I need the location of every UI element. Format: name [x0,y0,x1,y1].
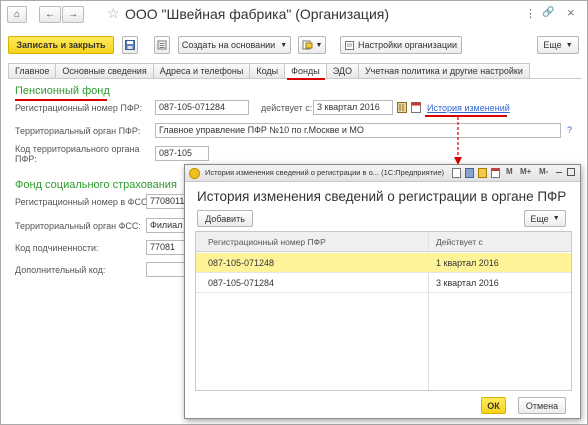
close-icon[interactable]: × [567,5,575,20]
dialog-heading: История изменения сведений о регистрации… [197,189,567,204]
save-close-button[interactable]: Записать и закрыть [8,36,114,54]
memory-icon[interactable]: M [506,167,513,176]
fss-reg-number-field[interactable]: 7708011 [146,194,186,209]
org-settings-label: Настройки организации [357,40,458,50]
link-icon[interactable]: 🔗 [542,7,554,18]
history-dialog: История изменения сведений о регистрации… [184,164,581,419]
ok-button[interactable]: ОК [481,397,506,414]
more-vertical-icon[interactable]: ⋮ [525,7,537,20]
app-logo-icon [189,168,200,179]
save-icon[interactable] [465,168,474,178]
fss-sub-label: Код подчиненности: [15,243,99,253]
annotation-underline-history [425,115,507,117]
dialog-more-button[interactable]: Еще ▼ [524,210,566,227]
pfr-code-field[interactable]: 087-105 [155,146,209,161]
tab-edo[interactable]: ЭДО [325,63,359,78]
row-since-cell: 1 квартал 2016 [436,258,499,268]
row-since-cell: 3 квартал 2016 [436,278,499,288]
row-reg-cell: 087-105-071284 [208,278,275,288]
pfr-since-field[interactable]: 3 квартал 2016 [313,100,393,115]
history-changes-link[interactable]: История изменений [427,103,510,113]
tab-accounting-policy[interactable]: Учетная политика и другие настройки [357,63,530,78]
pfr-code-label-1: Код территориального органа [15,144,140,154]
memory-minus-icon[interactable]: M- [539,167,548,176]
create-based-on-button[interactable]: Создать на основании ▼ [178,36,291,54]
create-based-on-label: Создать на основании [181,40,276,50]
column-header-since[interactable]: Действует с [436,237,483,247]
list-icon[interactable] [154,36,170,54]
organization-window: ⌂ ← → ☆ ООО "Швейная фабрика" (Организац… [0,0,588,425]
dialog-window-title: История изменения сведений о регистрации… [205,168,444,177]
annotation-underline-pfr [15,99,107,101]
pfr-code-label-2: ПФР: [15,154,37,164]
pfr-section-title: Пенсионный фонд [15,85,110,97]
tab-codes[interactable]: Коды [249,63,286,78]
pfr-reg-label: Регистрационный номер ПФР: [15,103,142,113]
tab-addresses[interactable]: Адреса и телефоны [152,63,251,78]
history-table: Регистрационный номер ПФР Действует с 08… [195,231,572,391]
table-header: Регистрационный номер ПФР Действует с [196,232,571,252]
chevron-down-icon: ▼ [552,215,560,222]
fss-extra-field[interactable] [146,262,186,277]
tab-funds[interactable]: Фонды [284,63,327,78]
annotation-arrow [454,117,462,165]
forward-icon[interactable]: → [62,6,84,23]
org-settings-button[interactable]: Настройки организации [340,36,462,54]
quarter-picker-icon[interactable] [397,101,407,113]
fss-sub-field[interactable]: 77081 [146,240,186,255]
calculator-icon[interactable] [478,168,487,178]
pfr-reg-number-field[interactable]: 087-105-071284 [155,100,249,115]
calendar-small-icon[interactable] [491,168,500,178]
calendar-icon[interactable] [411,101,421,113]
settings-doc-icon [344,40,354,50]
annotation-underline-tab [287,78,325,80]
chevron-down-icon: ▼ [280,41,288,49]
maximize-icon[interactable] [567,168,575,176]
fss-section-title: Фонд социального страхования [15,179,177,191]
chevron-down-icon: ▼ [315,41,323,49]
pfr-org-field[interactable]: Главное управление ПФР №10 по г.Москве и… [155,123,561,138]
pfr-since-label: действует с: [261,103,313,113]
table-row[interactable]: 087-105-071248 1 квартал 2016 [196,253,571,273]
minimize-icon[interactable] [556,172,562,173]
row-reg-cell: 087-105-071248 [208,258,275,268]
fss-org-field[interactable]: Филиал [146,218,186,233]
fss-org-label: Территориальный орган ФСС: [15,221,141,231]
back-icon[interactable]: ← [39,6,61,23]
table-row[interactable]: 087-105-071284 3 квартал 2016 [196,273,571,293]
fss-reg-label: Регистрационный номер в ФСС: [15,197,150,207]
save-disk-icon[interactable] [122,36,138,54]
doc-icon[interactable] [452,168,461,178]
pfr-org-label: Территориальный орган ПФР: [15,126,141,136]
chevron-down-icon: ▼ [565,41,573,49]
help-icon[interactable]: ? [567,125,572,135]
tab-bar: Главное Основные сведения Адреса и телеф… [8,63,530,78]
add-button[interactable]: Добавить [197,210,253,227]
window-title: ООО "Швейная фабрика" (Организация) [125,6,390,22]
fss-extra-label: Дополнительный код: [15,265,106,275]
dialog-titlebar: История изменения сведений о регистрации… [185,165,580,182]
column-header-reg[interactable]: Регистрационный номер ПФР [208,237,326,247]
tab-main[interactable]: Главное [8,63,57,78]
home-icon[interactable]: ⌂ [7,6,27,23]
more-label: Еще [543,40,562,50]
cancel-button[interactable]: Отмена [518,397,566,414]
dialog-more-label: Еще [530,213,549,224]
star-icon[interactable]: ☆ [107,5,120,22]
memory-plus-icon[interactable]: M+ [520,167,531,176]
more-button[interactable]: Еще ▼ [537,36,579,54]
tab-basic-info[interactable]: Основные сведения [55,63,154,78]
print-menu-icon[interactable]: ▼ [298,36,326,54]
